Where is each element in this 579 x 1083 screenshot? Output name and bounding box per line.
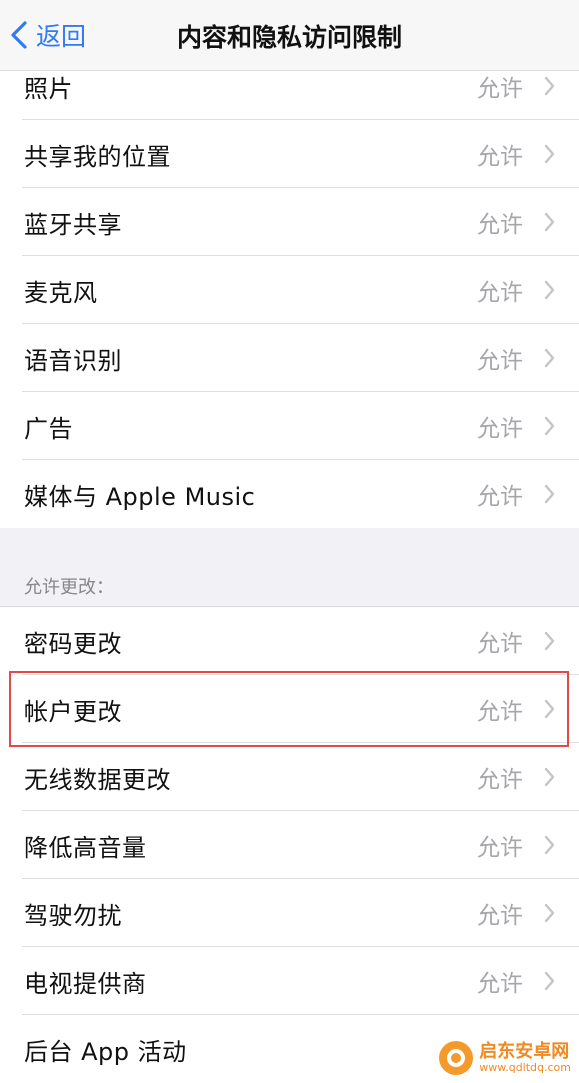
- row-microphone[interactable]: 麦克风 允许: [0, 256, 579, 324]
- row-label: 电视提供商: [24, 969, 147, 998]
- row-value: 允许: [477, 212, 523, 238]
- row-advertising[interactable]: 广告 允许: [0, 392, 579, 460]
- row-value: 允许: [477, 280, 523, 306]
- settings-group-allow-changes: 密码更改 允许 帐户更改 允许 无线数据更改 允许 降低高音量 允许 驾驶勿扰 …: [0, 606, 579, 1083]
- chevron-right-icon: [544, 416, 555, 436]
- row-bluetooth-sharing[interactable]: 蓝牙共享 允许: [0, 188, 579, 256]
- chevron-right-icon: [544, 767, 555, 787]
- row-value: 允许: [477, 835, 523, 861]
- row-label: 照片: [24, 74, 73, 103]
- chevron-right-icon: [544, 212, 555, 232]
- row-label: 广告: [24, 414, 73, 443]
- row-label: 降低高音量: [24, 833, 147, 862]
- row-speech-recognition[interactable]: 语音识别 允许: [0, 324, 579, 392]
- row-cellular-data-changes[interactable]: 无线数据更改 允许: [0, 743, 579, 811]
- row-value: 允许: [477, 144, 523, 170]
- navigation-bar: 返回 内容和隐私访问限制: [0, 0, 579, 71]
- chevron-right-icon: [544, 903, 555, 923]
- row-label: 语音识别: [24, 346, 122, 375]
- row-value: 允许: [477, 971, 523, 997]
- row-account-changes[interactable]: 帐户更改 允许: [0, 675, 579, 743]
- row-label: 密码更改: [24, 629, 122, 658]
- chevron-right-icon: [544, 631, 555, 651]
- row-value: 允许: [477, 767, 523, 793]
- chevron-right-icon: [544, 348, 555, 368]
- row-tv-provider[interactable]: 电视提供商 允许: [0, 947, 579, 1015]
- watermark-url: www.qdltdq.com: [479, 1060, 571, 1074]
- row-label: 媒体与 Apple Music: [24, 482, 256, 511]
- row-label: 帐户更改: [24, 697, 122, 726]
- row-label: 蓝牙共享: [24, 210, 122, 239]
- row-label: 后台 App 活动: [24, 1037, 187, 1066]
- row-value: 允许: [477, 348, 523, 374]
- watermark: 启东安卓网 www.qdltdq.com: [439, 1041, 571, 1075]
- chevron-right-icon: [544, 971, 555, 991]
- chevron-right-icon: [544, 484, 555, 504]
- row-label: 无线数据更改: [24, 765, 171, 794]
- row-label: 驾驶勿扰: [24, 901, 122, 930]
- watermark-logo-icon: [439, 1041, 474, 1075]
- settings-group-privacy: 照片 允许 共享我的位置 允许 蓝牙共享 允许 麦克风 允许 语音识别 允许 广…: [0, 52, 579, 528]
- chevron-right-icon: [544, 280, 555, 300]
- row-reduce-loud-audio[interactable]: 降低高音量 允许: [0, 811, 579, 879]
- page-title: 内容和隐私访问限制: [176, 23, 402, 52]
- row-driving-focus[interactable]: 驾驶勿扰 允许: [0, 879, 579, 947]
- row-media-apple-music[interactable]: 媒体与 Apple Music 允许: [0, 460, 579, 528]
- chevron-right-icon: [544, 144, 555, 164]
- chevron-right-icon: [544, 76, 555, 96]
- watermark-text: 启东安卓网 www.qdltdq.com: [479, 1040, 571, 1074]
- row-passcode-changes[interactable]: 密码更改 允许: [0, 607, 579, 675]
- row-label: 共享我的位置: [24, 142, 171, 171]
- section-header-allow-changes: 允许更改：: [24, 577, 114, 598]
- row-value: 允许: [477, 699, 523, 725]
- row-value: 允许: [477, 416, 523, 442]
- chevron-right-icon: [544, 835, 555, 855]
- row-value: 允许: [477, 76, 523, 102]
- row-value: 允许: [477, 631, 523, 657]
- row-value: 允许: [477, 484, 523, 510]
- chevron-right-icon: [544, 699, 555, 719]
- row-label: 麦克风: [24, 278, 98, 307]
- row-share-location[interactable]: 共享我的位置 允许: [0, 120, 579, 188]
- watermark-name: 启东安卓网: [479, 1040, 570, 1062]
- row-value: 允许: [477, 903, 523, 929]
